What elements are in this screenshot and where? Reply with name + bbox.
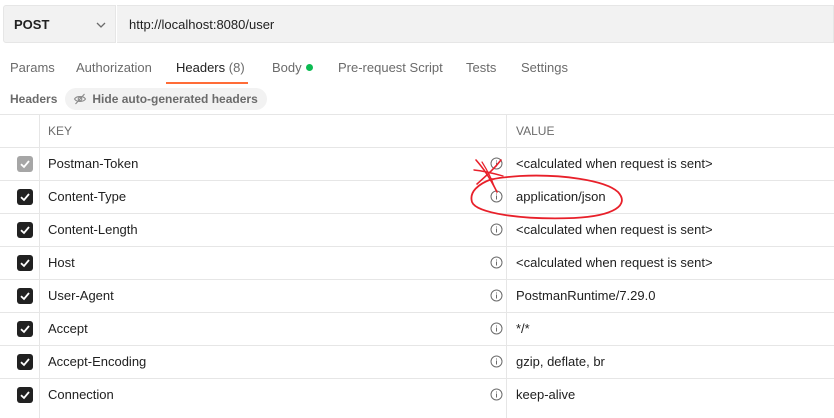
url-input[interactable]: http://localhost:8080/user — [117, 5, 834, 43]
header-value[interactable]: */* — [516, 321, 530, 336]
row-checkbox[interactable] — [17, 387, 33, 403]
header-value[interactable]: application/json — [516, 189, 606, 204]
info-icon[interactable] — [490, 157, 503, 170]
row-checkbox[interactable] — [17, 288, 33, 304]
tab-headers-label: Headers — [176, 60, 226, 75]
tab-pre-request-script[interactable]: Pre-request Script — [338, 60, 443, 75]
headers-toolbar: Headers Hide auto-generated headers — [10, 88, 267, 110]
header-value[interactable]: gzip, deflate, br — [516, 354, 605, 369]
tab-headers-count: (8) — [228, 60, 245, 75]
column-divider — [506, 115, 507, 147]
table-row: Accept */* — [0, 312, 834, 345]
row-checkbox[interactable] — [17, 255, 33, 271]
checkmark-icon — [20, 226, 30, 235]
header-value[interactable]: keep-alive — [516, 387, 575, 402]
info-icon[interactable] — [490, 190, 503, 203]
column-header-key: KEY — [48, 124, 73, 138]
row-checkbox[interactable] — [17, 222, 33, 238]
header-key[interactable]: Accept-Encoding — [48, 354, 146, 369]
table-row: Postman-Token <calculated when request i… — [0, 147, 834, 180]
header-key[interactable]: User-Agent — [48, 288, 114, 303]
table-row: User-Agent PostmanRuntime/7.29.0 — [0, 279, 834, 312]
checkmark-icon — [20, 391, 30, 400]
header-key[interactable]: Postman-Token — [48, 156, 138, 171]
table-header-row: KEY VALUE — [0, 114, 834, 147]
request-tabs: Params Authorization Headers (8) Body Pr… — [0, 50, 834, 86]
table-row: Content-Length <calculated when request … — [0, 213, 834, 246]
header-key[interactable]: Host — [48, 255, 75, 270]
header-key[interactable]: Accept — [48, 321, 88, 336]
row-checkbox[interactable] — [17, 156, 33, 172]
checkmark-icon — [20, 193, 30, 202]
header-key[interactable]: Connection — [48, 387, 114, 402]
headers-section-title: Headers — [10, 92, 58, 106]
checkmark-icon — [20, 358, 30, 367]
header-value[interactable]: PostmanRuntime/7.29.0 — [516, 288, 655, 303]
tab-params[interactable]: Params — [10, 60, 55, 75]
hide-auto-generated-headers-button[interactable]: Hide auto-generated headers — [65, 88, 267, 110]
table-row: Host <calculated when request is sent> — [0, 246, 834, 279]
info-icon[interactable] — [490, 223, 503, 236]
tab-authorization[interactable]: Authorization — [76, 60, 152, 75]
column-divider — [39, 115, 40, 147]
checkmark-icon — [20, 292, 30, 301]
header-key[interactable]: Content-Length — [48, 222, 138, 237]
table-row: Accept-Encoding gzip, deflate, br — [0, 345, 834, 378]
header-value[interactable]: <calculated when request is sent> — [516, 156, 713, 171]
checkmark-icon — [20, 259, 30, 268]
info-icon[interactable] — [490, 289, 503, 302]
request-url-bar: POST http://localhost:8080/user — [3, 5, 834, 43]
url-text: http://localhost:8080/user — [129, 16, 275, 32]
tab-body-label: Body — [272, 60, 302, 75]
tab-tests[interactable]: Tests — [466, 60, 496, 75]
method-label: POST — [14, 16, 50, 32]
row-checkbox[interactable] — [17, 321, 33, 337]
header-value[interactable]: <calculated when request is sent> — [516, 255, 713, 270]
hide-auto-generated-headers-label: Hide auto-generated headers — [92, 92, 258, 106]
body-status-dot-icon — [305, 64, 313, 72]
info-icon[interactable] — [490, 355, 503, 368]
table-row: Connection keep-alive — [0, 378, 834, 418]
header-value[interactable]: <calculated when request is sent> — [516, 222, 713, 237]
tab-settings[interactable]: Settings — [521, 60, 568, 75]
header-key[interactable]: Content-Type — [48, 189, 126, 204]
info-icon[interactable] — [490, 388, 503, 401]
chevron-down-icon — [96, 22, 106, 28]
info-icon[interactable] — [490, 256, 503, 269]
row-checkbox[interactable] — [17, 354, 33, 370]
tab-body[interactable]: Body — [272, 60, 313, 75]
column-header-value: VALUE — [516, 124, 555, 138]
checkmark-icon — [20, 160, 30, 169]
checkmark-icon — [20, 325, 30, 334]
method-select[interactable]: POST — [3, 5, 116, 43]
eye-off-icon — [74, 93, 87, 105]
table-row: Content-Type application/json — [0, 180, 834, 213]
info-icon[interactable] — [490, 322, 503, 335]
tab-headers[interactable]: Headers (8) — [176, 60, 245, 75]
row-checkbox[interactable] — [17, 189, 33, 205]
active-tab-indicator — [166, 82, 248, 84]
